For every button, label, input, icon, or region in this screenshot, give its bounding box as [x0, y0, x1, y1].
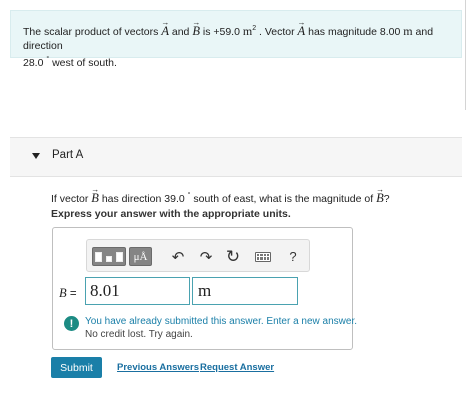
part-a-header[interactable]: Part A [10, 137, 462, 177]
part-title: Part A [52, 149, 84, 161]
vector-b: B [91, 183, 99, 205]
undo-icon[interactable]: ↶ [169, 247, 187, 266]
vector-a: A [161, 16, 169, 38]
caret-down-icon[interactable] [32, 153, 40, 159]
submit-button[interactable]: Submit [51, 357, 102, 378]
redo-icon[interactable]: ↷ [197, 247, 215, 266]
answer-value-input[interactable]: 8.01 [85, 277, 190, 305]
unit-meters: m [403, 24, 413, 38]
previous-answers-link[interactable]: Previous Answers [117, 362, 199, 373]
alert-icon: ! [64, 316, 79, 331]
problem-line-1: The scalar product of vectors A and B is… [23, 16, 449, 53]
math-toolbar: μÅ ↶ ↷ ↻ ? [86, 239, 310, 272]
request-answer-link[interactable]: Request Answer [200, 362, 274, 373]
instruction-text: Express your answer with the appropriate… [51, 208, 291, 220]
question-text: If vector B has direction 39.0 ° south o… [51, 183, 390, 206]
keyboard-icon[interactable] [254, 247, 272, 266]
vector-a: A [298, 16, 306, 38]
vector-b: B [192, 16, 200, 38]
vector-b: B [376, 183, 384, 205]
answer-variable-label: B = [59, 286, 77, 300]
units-button[interactable]: μÅ [129, 247, 152, 266]
answer-panel: μÅ ↶ ↷ ↻ ? B = 8.01 m ! You have already… [52, 227, 357, 350]
reset-icon[interactable]: ↻ [224, 247, 242, 266]
templates-button[interactable] [92, 247, 126, 266]
template-small-box-icon [106, 256, 112, 262]
template-box-icon [95, 251, 103, 262]
answer-units-input[interactable]: m [192, 277, 298, 305]
divider [465, 0, 466, 110]
feedback-line-1: You have already submitted this answer. … [85, 316, 358, 327]
help-button[interactable]: ? [286, 247, 300, 266]
problem-line-2: 28.0 ° west of south. [23, 56, 117, 69]
template-box-icon [115, 251, 123, 262]
unit-meters: m [242, 24, 253, 38]
feedback-line-2: No credit lost. Try again. [85, 329, 193, 340]
problem-statement: The scalar product of vectors A and B is… [10, 10, 462, 69]
